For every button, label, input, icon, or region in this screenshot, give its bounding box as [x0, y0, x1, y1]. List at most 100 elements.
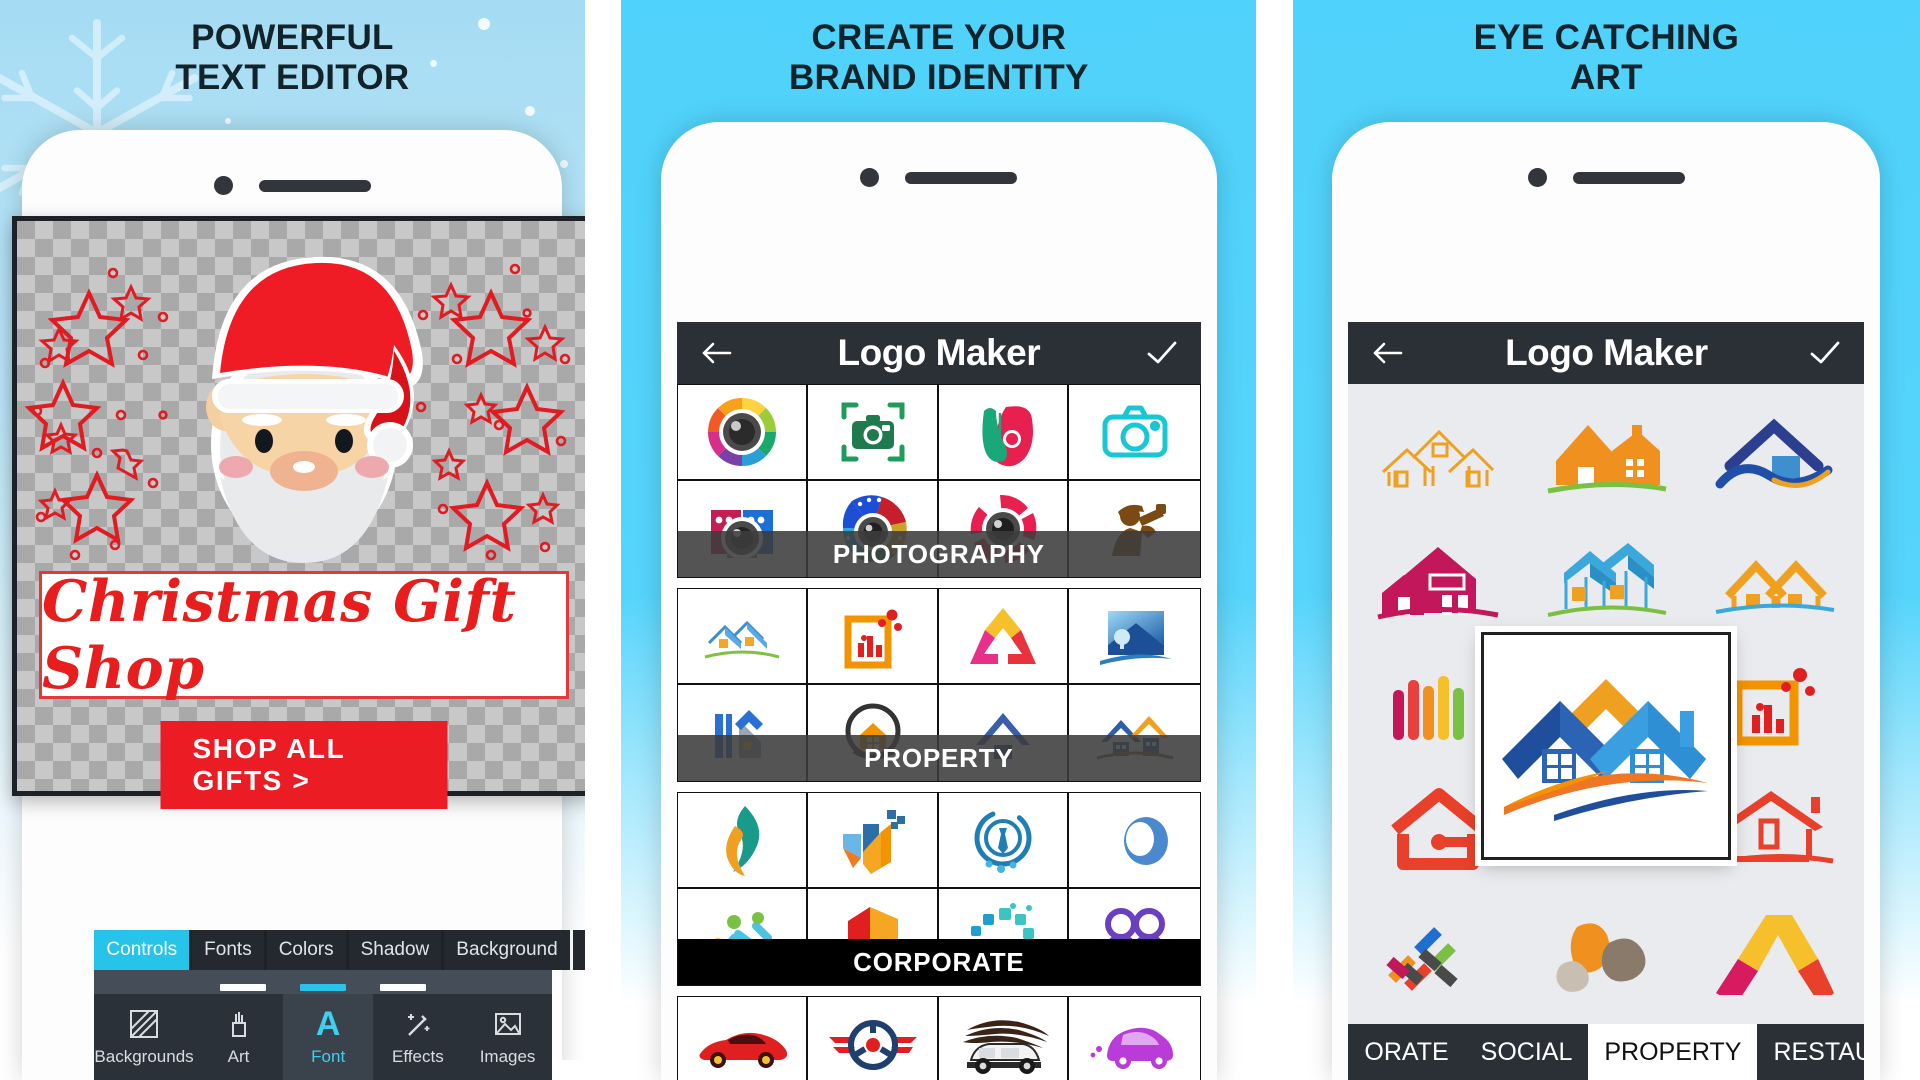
star-decorations-right	[415, 263, 571, 561]
logo-cell[interactable]	[1069, 997, 1200, 1080]
logo-cell[interactable]	[677, 385, 809, 481]
nav-label: Images	[479, 1047, 536, 1066]
screenshot-panel-text-editor: POWERFUL TEXT EDITOR Controls Fonts Colo…	[0, 0, 585, 1080]
tab-social[interactable]: SOCIAL	[1465, 1024, 1589, 1080]
selected-logo-preview[interactable]	[1475, 626, 1738, 866]
tab-colors[interactable]: Colors	[266, 930, 346, 970]
check-icon[interactable]	[1802, 330, 1848, 376]
tab-background[interactable]: Background	[444, 930, 570, 970]
tab-fonts[interactable]: Fonts	[192, 930, 264, 970]
logo-cell[interactable]	[1524, 396, 1688, 516]
category-block-corporate: CORPORATE	[676, 792, 1201, 986]
logo-cell[interactable]	[1069, 385, 1200, 481]
logo-cell[interactable]	[1356, 396, 1520, 516]
logo-cell[interactable]	[1069, 793, 1200, 889]
app-bar-title: Logo Maker	[837, 332, 1041, 373]
logo-cell[interactable]	[1692, 396, 1856, 516]
headline-line-2: TEXT EDITOR	[175, 58, 410, 97]
phone-mockup-3: Logo Maker ORATE SOCIAL PROPERTY RESTAU	[1332, 122, 1881, 1080]
category-label: PHOTOGRAPHY	[677, 531, 1200, 577]
app-bar-title: Logo Maker	[1505, 332, 1708, 373]
panel-divider	[584, 0, 622, 1080]
nav-images[interactable]: Images	[463, 994, 553, 1080]
front-camera-icon	[213, 176, 233, 195]
logo-cell[interactable]	[1524, 520, 1688, 640]
blue-orange-twin-roof-house-logo	[1502, 679, 1709, 821]
tab-restaurant[interactable]: RESTAUR	[1757, 1024, 1864, 1080]
logo-cell[interactable]	[677, 997, 809, 1080]
phone-mockup-2: Logo Maker PHOTOGRAPHY PROPERTY CORPORAT…	[660, 122, 1217, 1080]
headline-line-1: CREATE YOUR	[811, 18, 1067, 57]
editor-bottom-nav: Backgrounds Art A Font Effects Images	[94, 994, 553, 1080]
screenshot-panel-eye-catching-art: EYE CATCHING ART Logo Maker ORATE SOCIAL…	[1292, 0, 1920, 1080]
nav-font[interactable]: A Font	[283, 994, 374, 1080]
nav-backgrounds[interactable]: Backgrounds	[94, 994, 194, 1080]
logo-cell[interactable]	[677, 793, 809, 889]
tab-controls[interactable]: Controls	[94, 930, 190, 970]
nav-label: Font	[311, 1047, 346, 1066]
logo-cell[interactable]	[677, 589, 809, 685]
property-logo-gallery[interactable]: ORATE SOCIAL PROPERTY RESTAUR	[1348, 384, 1865, 1080]
nav-effects[interactable]: Effects	[373, 994, 463, 1080]
app-store-screenshot-set: POWERFUL TEXT EDITOR Controls Fonts Colo…	[0, 0, 1920, 1080]
logo-text-value: Christmas Gift Shop	[42, 568, 517, 702]
logo-cell[interactable]	[1356, 892, 1520, 1012]
logo-cell[interactable]	[808, 793, 939, 889]
logo-cell[interactable]	[808, 997, 939, 1080]
logo-category-list[interactable]: PHOTOGRAPHY PROPERTY CORPORATE	[676, 384, 1201, 1080]
front-camera-icon	[1527, 168, 1547, 187]
category-label: PROPERTY	[677, 735, 1200, 781]
panel-2-headline: CREATE YOUR BRAND IDENTITY	[621, 18, 1256, 98]
back-arrow-icon[interactable]	[693, 330, 739, 376]
earpiece-speaker	[258, 179, 371, 192]
nav-label: Effects	[392, 1047, 444, 1066]
logo-cell[interactable]	[1524, 892, 1688, 1012]
magic-wand-icon	[403, 1007, 433, 1041]
app-bar: Logo Maker	[1348, 322, 1865, 384]
front-camera-icon	[860, 168, 880, 187]
pencil-cup-icon	[224, 1007, 254, 1041]
logo-cell[interactable]	[938, 589, 1070, 685]
phone-notch	[661, 168, 1217, 187]
tab-corporate[interactable]: ORATE	[1348, 1024, 1464, 1080]
back-arrow-icon[interactable]	[1364, 330, 1410, 376]
logo-cell[interactable]	[808, 589, 939, 685]
check-icon[interactable]	[1139, 330, 1185, 376]
text-editor-panel: Controls Fonts Colors Shadow Background …	[94, 930, 585, 1080]
headline-line-1: EYE CATCHING	[1473, 18, 1740, 57]
logo-cell[interactable]	[1692, 892, 1856, 1012]
tab-property[interactable]: PROPERTY	[1588, 1024, 1758, 1080]
logo-text-box[interactable]: Christmas Gift Shop	[39, 568, 569, 702]
app-bar: Logo Maker	[676, 322, 1201, 384]
logo-cell[interactable]	[1692, 520, 1856, 640]
earpiece-speaker	[905, 171, 1018, 184]
category-block-photography: PHOTOGRAPHY	[676, 384, 1201, 578]
logo-cell[interactable]	[938, 793, 1070, 889]
nav-art[interactable]: Art	[194, 994, 284, 1080]
logo-cell[interactable]	[808, 385, 939, 481]
editor-tab-bar: Controls Fonts Colors Shadow Background …	[94, 930, 585, 970]
screenshot-panel-brand-identity: CREATE YOUR BRAND IDENTITY Logo Maker PH…	[621, 0, 1257, 1080]
hatch-pattern-icon	[129, 1007, 159, 1041]
panel-3-headline: EYE CATCHING ART	[1293, 18, 1920, 98]
logo-cell[interactable]	[938, 385, 1070, 481]
headline-line-1: POWERFUL	[191, 18, 394, 57]
star-decorations-left	[24, 267, 169, 561]
shop-all-gifts-button[interactable]: SHOP ALL GIFTS >	[160, 721, 448, 809]
logo-cell[interactable]	[1069, 589, 1200, 685]
category-tab-bar: ORATE SOCIAL PROPERTY RESTAUR	[1348, 1024, 1865, 1080]
text-editor-canvas[interactable]: Christmas Gift Shop SHOP ALL GIFTS >	[12, 216, 585, 809]
phone-notch	[22, 176, 562, 195]
headline-line-2: ART	[1569, 58, 1643, 97]
photo-icon	[493, 1007, 523, 1041]
earpiece-speaker	[1572, 171, 1685, 184]
category-block-property: PROPERTY	[676, 588, 1201, 782]
logo-grid	[677, 997, 1200, 1080]
headline-line-2: BRAND IDENTITY	[788, 58, 1089, 97]
tab-shadow[interactable]: Shadow	[348, 930, 442, 970]
panel-divider	[1256, 0, 1293, 1080]
tab-3d[interactable]: 3D	[572, 930, 585, 970]
logo-cell[interactable]	[938, 997, 1070, 1080]
logo-cell[interactable]	[1356, 520, 1520, 640]
category-block-automotive	[676, 996, 1201, 1080]
